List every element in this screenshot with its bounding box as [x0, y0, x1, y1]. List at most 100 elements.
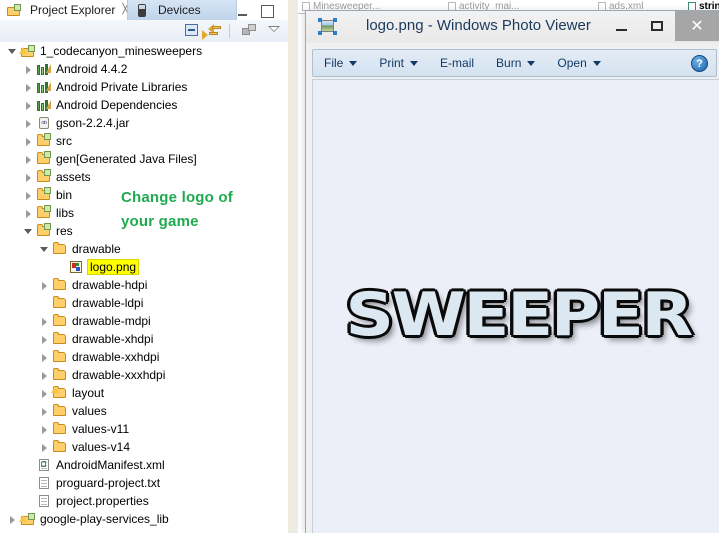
chevron-right-icon[interactable]: [40, 443, 49, 452]
tree-item[interactable]: Android 4.4.2: [0, 60, 288, 78]
view-tab-strip: Project Explorer ╳ Devices: [0, 0, 288, 20]
chevron-down-icon[interactable]: [592, 60, 601, 66]
tree-item[interactable]: AndroidManifest.xml: [0, 456, 288, 474]
tree-item[interactable]: drawable-xhdpi: [0, 330, 288, 348]
toolbar-menu-print[interactable]: Print: [368, 50, 429, 76]
tree-item-label: Android 4.4.2: [56, 62, 128, 76]
maximize-icon[interactable]: [261, 5, 274, 18]
close-button[interactable]: ✕: [675, 11, 719, 41]
tree-item[interactable]: layout: [0, 384, 288, 402]
tree-item[interactable]: 1_codecanyon_minesweepers: [0, 42, 288, 60]
screen-root: Project Explorer ╳ Devices 1_codecanyon_…: [0, 0, 719, 533]
tree-item[interactable]: Android Private Libraries: [0, 78, 288, 96]
chevron-right-icon[interactable]: [40, 335, 49, 344]
tree-item[interactable]: drawable: [0, 240, 288, 258]
tree-item[interactable]: assets: [0, 168, 288, 186]
tree-item[interactable]: Android Dependencies: [0, 96, 288, 114]
tree-item-sublabel: [Generated Java Files]: [76, 152, 197, 166]
chevron-down-icon[interactable]: [40, 245, 49, 254]
maximize-button[interactable]: [639, 11, 675, 41]
tree-item[interactable]: drawable-ldpi: [0, 294, 288, 312]
tree-item[interactable]: gson-2.2.4.jar: [0, 114, 288, 132]
chevron-down-icon[interactable]: [8, 47, 17, 56]
tree-item-label: proguard-project.txt: [56, 476, 161, 490]
tree-item-label: assets: [56, 170, 91, 184]
chevron-right-icon[interactable]: [24, 83, 33, 92]
chevron-down-icon[interactable]: [349, 60, 358, 66]
chevron-right-icon[interactable]: [40, 371, 49, 380]
package-folder-icon: [36, 169, 52, 185]
chevron-right-icon[interactable]: [40, 407, 49, 416]
tree-item[interactable]: values: [0, 402, 288, 420]
text-file-icon: [36, 493, 52, 509]
logo-image-text: SWEEPER: [345, 280, 693, 350]
tree-item-label: layout: [72, 386, 105, 400]
toolbar-menu-open[interactable]: Open: [546, 50, 611, 76]
chevron-right-icon[interactable]: [24, 155, 33, 164]
tree-item-label: gson-2.2.4.jar: [56, 116, 130, 130]
tree-item[interactable]: gen [Generated Java Files]: [0, 150, 288, 168]
photo-viewer-titlebar[interactable]: logo.png - Windows Photo Viewer ✕: [306, 11, 719, 43]
tree-item-label: drawable-xxhdpi: [72, 350, 160, 364]
chevron-right-icon[interactable]: [8, 515, 17, 524]
minimize-button[interactable]: [603, 11, 639, 41]
tree-item-label: project.properties: [56, 494, 149, 508]
library-icon: [36, 61, 52, 77]
devices-icon: [134, 2, 150, 18]
folder-icon: [52, 439, 68, 455]
tree-item[interactable]: drawable-xxxhdpi: [0, 366, 288, 384]
android-project-icon: [19, 511, 36, 527]
chevron-right-icon[interactable]: [24, 209, 33, 218]
chevron-right-icon[interactable]: [24, 101, 33, 110]
annotation-line-1: Change logo of: [121, 189, 233, 206]
toolbar-menu-e-mail[interactable]: E-mail: [429, 50, 485, 76]
project-tree[interactable]: 1_codecanyon_minesweepers Android 4.4.2 An…: [0, 42, 288, 533]
chevron-down-icon[interactable]: [527, 60, 536, 66]
chevron-right-icon[interactable]: [24, 191, 33, 200]
tree-item[interactable]: google-play-services_lib: [0, 510, 288, 528]
tree-item[interactable]: project.properties: [0, 492, 288, 510]
tree-item[interactable]: src: [0, 132, 288, 150]
tree-item-label: values: [72, 404, 107, 418]
jar-icon: [36, 115, 52, 131]
tree-item-label: src: [56, 134, 72, 148]
tree-item[interactable]: proguard-project.txt: [0, 474, 288, 492]
text-file-icon: [36, 475, 52, 491]
tree-item[interactable]: drawable-mdpi: [0, 312, 288, 330]
tree-item-label: AndroidManifest.xml: [56, 458, 165, 472]
package-folder-icon: [36, 223, 52, 239]
image-canvas[interactable]: SWEEPER: [312, 79, 719, 533]
toolbar-menu-file[interactable]: File: [313, 50, 368, 76]
tab-devices[interactable]: Devices: [127, 0, 237, 20]
tree-item[interactable]: values-v11: [0, 420, 288, 438]
chevron-right-icon[interactable]: [40, 317, 49, 326]
chevron-right-icon[interactable]: [40, 425, 49, 434]
tree-item-label: Android Dependencies: [56, 98, 178, 112]
photo-viewer-window-buttons: ✕: [603, 11, 719, 41]
toolbar-menu-burn[interactable]: Burn: [485, 50, 546, 76]
toolbar-menu-label: E-mail: [440, 56, 475, 70]
chevron-right-icon[interactable]: [40, 281, 49, 290]
tree-item-label: drawable-xxxhdpi: [72, 368, 166, 382]
tree-item[interactable]: drawable-hdpi: [0, 276, 288, 294]
tree-item-label: drawable-xhdpi: [72, 332, 154, 346]
chevron-down-icon[interactable]: [24, 227, 33, 236]
package-folder-icon: [36, 187, 52, 203]
tree-item[interactable]: logo.png: [0, 258, 288, 276]
chevron-right-icon[interactable]: [24, 137, 33, 146]
chevron-right-icon[interactable]: [40, 353, 49, 362]
chevron-right-icon[interactable]: [24, 65, 33, 74]
tree-item[interactable]: drawable-xxhdpi: [0, 348, 288, 366]
minimize-icon[interactable]: [238, 8, 247, 16]
help-icon[interactable]: ?: [691, 55, 708, 72]
chevron-right-icon[interactable]: [40, 389, 49, 398]
chevron-down-icon[interactable]: [410, 60, 419, 66]
tab-project-explorer[interactable]: Project Explorer ╳: [0, 0, 128, 20]
tree-item-label: 1_codecanyon_minesweepers: [40, 44, 203, 58]
photo-viewer-icon: [318, 18, 337, 35]
folder-icon: [52, 349, 68, 365]
tree-item-label: values-v14: [72, 440, 131, 454]
tree-item[interactable]: values-v14: [0, 438, 288, 456]
chevron-right-icon[interactable]: [24, 119, 33, 128]
chevron-right-icon[interactable]: [24, 173, 33, 182]
